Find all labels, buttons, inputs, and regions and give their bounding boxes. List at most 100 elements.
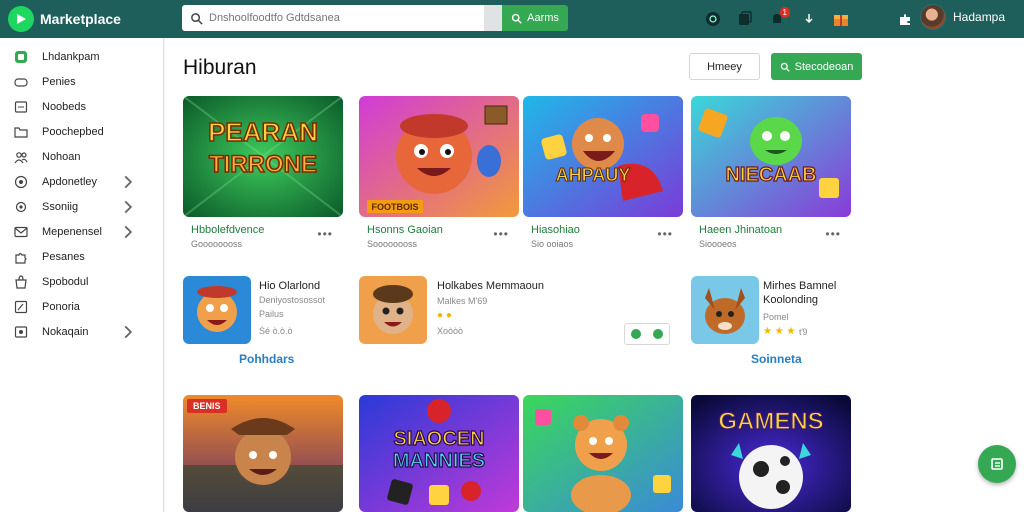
chevron-right-icon	[124, 325, 133, 339]
more-options-icon[interactable]: •••	[657, 227, 673, 241]
art-title-line-2: MANNIES	[393, 450, 485, 472]
game-thumbnail	[183, 276, 251, 344]
search-bar: Aarms	[182, 5, 568, 31]
game-card[interactable]: SIAOCEN MANNIES	[359, 395, 519, 512]
chevron-right-icon	[124, 175, 133, 189]
sidebar-item-label: Poochepbed	[42, 125, 104, 138]
game-card-art: GAMENS	[691, 395, 851, 512]
gift-box-icon[interactable]	[832, 10, 850, 28]
sidebar-item-7[interactable]: Mepenensel	[0, 219, 163, 244]
art-title-line-2: TIRRONE	[209, 151, 317, 178]
more-options-icon[interactable]: •••	[317, 227, 333, 241]
search-button-label: Aarms	[527, 12, 559, 24]
sidebar-item-8[interactable]: Pesanes	[0, 244, 163, 269]
game-card[interactable]: PEARAN TIRRONE Hbbolefdvence Goooooooss …	[183, 96, 343, 256]
page-title: Hiburan	[183, 56, 257, 79]
user-menu[interactable]: Hadampa	[920, 4, 1005, 30]
search-icon	[511, 13, 522, 24]
more-options-icon[interactable]: •••	[825, 227, 841, 241]
download-icon[interactable]	[800, 10, 818, 28]
install-icon[interactable]	[653, 329, 663, 339]
action-buttons[interactable]	[624, 323, 670, 345]
sidebar-item-label: Penies	[42, 75, 76, 88]
game-thumbnail	[691, 276, 759, 344]
more-options-icon[interactable]: •••	[493, 227, 509, 241]
sidebar-item-11[interactable]: Nokaqain	[0, 319, 163, 344]
sidebar-item-label: Noobeds	[42, 100, 87, 113]
sidebar-item-5[interactable]: Apdonetley	[0, 169, 163, 194]
chevron-right-icon	[124, 225, 133, 239]
game-card[interactable]: GAMENS	[691, 395, 851, 512]
floating-action-button[interactable]	[978, 445, 1016, 483]
game-subtitle: Sioooeos	[699, 239, 737, 249]
game-card[interactable]: BENIS	[183, 395, 343, 512]
settings-icon	[15, 201, 27, 212]
library-icon[interactable]	[736, 10, 754, 28]
bag-icon	[15, 274, 27, 289]
search-input[interactable]	[209, 12, 469, 24]
sidebar-item-10[interactable]: Ponoria	[0, 294, 163, 319]
primary-button-label: Stecodeoan	[794, 60, 854, 73]
game-title: Hiasohiao	[531, 224, 580, 236]
sidebar-item-label: Pesanes	[42, 250, 85, 263]
primary-button[interactable]: Stecodeoan	[771, 53, 862, 80]
sidebar-item-9[interactable]: Spobodul	[0, 269, 163, 294]
hot-badge: BENIS	[187, 399, 227, 413]
list-icon	[991, 458, 1003, 470]
sidebar-item-label: Nokaqain	[42, 325, 89, 338]
sidebar-item-label: Lhdankpam	[42, 50, 100, 63]
sidebar-item-label: Ssoniig	[42, 200, 79, 213]
image-icon	[14, 325, 28, 338]
top-bar: Marketplace Aarms 1	[0, 0, 1024, 38]
main-content: Hiburan Hmeey Stecodeoan PEARAN TIRRONE …	[165, 38, 1024, 512]
game-card-art: AHPAUY	[523, 96, 683, 217]
add-icon[interactable]	[631, 329, 641, 339]
sidebar-item-3[interactable]: Poochepbed	[0, 119, 163, 144]
developer-link[interactable]: Soinneta	[751, 352, 802, 366]
sidebar-item-label: Ponoria	[42, 300, 80, 313]
search-box[interactable]	[182, 5, 484, 31]
search-button[interactable]: Aarms	[502, 5, 568, 31]
art-title: GAMENS	[718, 408, 823, 435]
game-list-item[interactable]: Hio Olarlond Deniyostosossot Pailus Ṡé ò…	[183, 276, 343, 372]
star-rating: ★ ★ ★	[763, 326, 796, 337]
puzzle-icon[interactable]	[896, 10, 914, 28]
header-actions: 1	[704, 0, 914, 38]
sidebar-item-2[interactable]: Noobeds	[0, 94, 163, 119]
sidebar-item-6[interactable]: Ssoniig	[0, 194, 163, 219]
game-card[interactable]	[523, 395, 683, 512]
sidebar-item-0[interactable]: Lhdankpam	[0, 44, 163, 69]
game-controller-icon[interactable]	[704, 10, 722, 28]
game-card[interactable]: NIECAAB Haeen Jhinatoan Sioooeos •••	[691, 96, 851, 256]
box-icon	[14, 100, 28, 113]
art-title: NIECAAB	[725, 164, 816, 186]
app-name: Marketplace	[40, 11, 121, 27]
sidebar-item-1[interactable]: Penies	[0, 69, 163, 94]
notification-bell-icon[interactable]: 1	[768, 7, 790, 28]
marketplace-logo-icon	[8, 6, 34, 32]
rating-text: Ṡé ò.ò.ò	[259, 326, 293, 336]
rating-text: ť9	[799, 327, 808, 337]
game-thumbnail	[359, 276, 427, 344]
developer-link[interactable]: Pohhdars	[239, 352, 294, 366]
game-card[interactable]: AHPAUY Hiasohiao Sio ooiaos •••	[523, 96, 683, 256]
game-title: Mirhes Bamnel	[763, 280, 837, 292]
secondary-button[interactable]: Hmeey	[689, 53, 760, 80]
people-icon	[14, 151, 28, 163]
notification-badge: 1	[779, 7, 790, 18]
sidebar-item-4[interactable]: Nohoan	[0, 144, 163, 169]
game-card-art: NIECAAB	[691, 96, 851, 217]
art-title: AHPAUY	[556, 165, 631, 185]
art-title-line-1: SIAOCEN	[393, 428, 484, 450]
folder-icon	[14, 126, 28, 138]
game-list-item[interactable]: Mirhes Bamnel Koolonding Pomel ★ ★ ★ ť9 …	[691, 276, 861, 372]
game-card[interactable]: FOOTBOIS Hsonns Gaoian Soooooooss •••	[359, 96, 519, 256]
sidebar-item-label: Apdonetley	[42, 175, 98, 188]
brand[interactable]: Marketplace	[0, 6, 176, 32]
rating-text: Xoòòò	[437, 326, 464, 336]
blank-icon	[864, 10, 882, 28]
game-subtitle: Sio ooiaos	[531, 239, 574, 249]
game-category: Pailus	[259, 309, 284, 319]
avatar	[920, 4, 946, 30]
art-title-line-1: PEARAN	[208, 117, 318, 147]
